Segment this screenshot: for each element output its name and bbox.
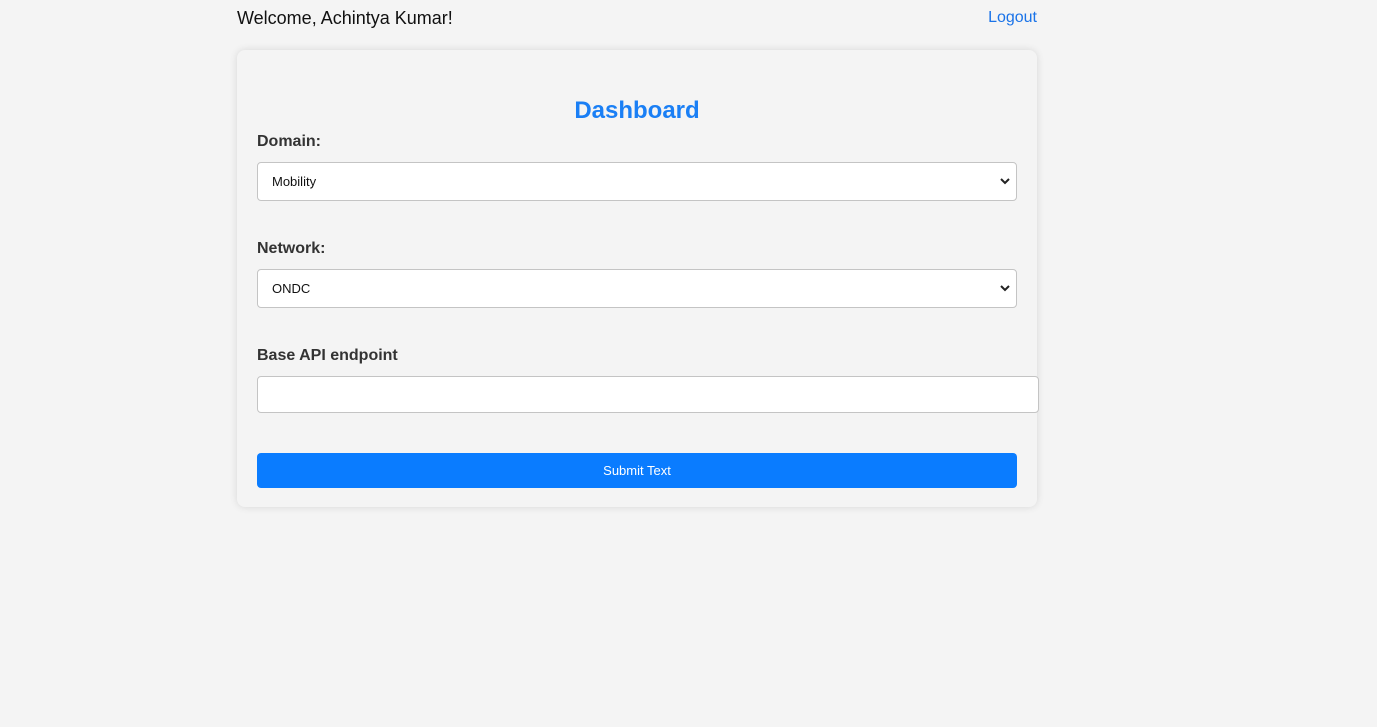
page-title: Dashboard xyxy=(574,97,700,124)
domain-label: Domain: xyxy=(257,133,321,150)
chevron-down-icon xyxy=(1000,285,1010,292)
base-api-endpoint-input[interactable] xyxy=(257,376,1039,413)
welcome-message: Welcome, Achintya Kumar! xyxy=(237,8,453,28)
base-api-label: Base API endpoint xyxy=(257,347,398,364)
chevron-down-icon xyxy=(1000,178,1010,185)
network-select[interactable]: ONDC xyxy=(257,269,1017,308)
network-selected-value: ONDC xyxy=(272,281,311,296)
network-label: Network: xyxy=(257,240,326,257)
domain-select[interactable]: Mobility xyxy=(257,162,1017,201)
top-header: Welcome, Achintya Kumar! Logout xyxy=(237,0,1037,38)
submit-button[interactable]: Submit Text xyxy=(257,453,1017,488)
dashboard-card: Dashboard Domain: Mobility Network: ONDC… xyxy=(237,50,1039,507)
domain-selected-value: Mobility xyxy=(272,174,317,189)
logout-link[interactable]: Logout xyxy=(988,9,1037,27)
